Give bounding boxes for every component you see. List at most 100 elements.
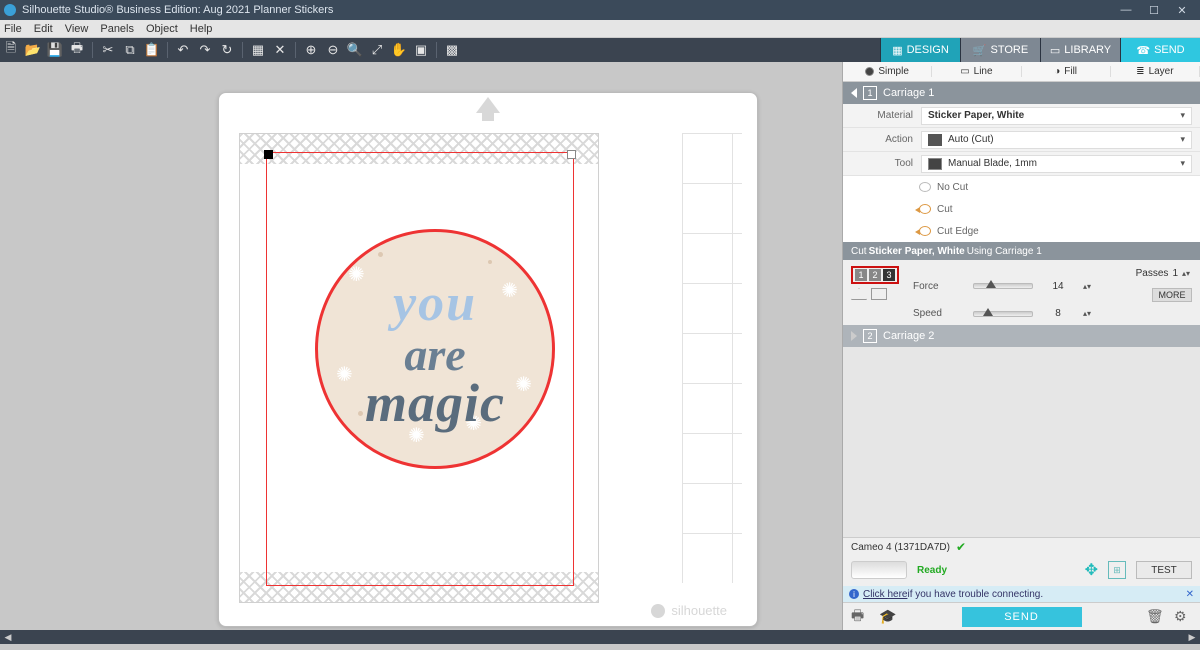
copy-icon[interactable]: ⧉ — [120, 40, 140, 60]
depth-2[interactable]: 2 — [869, 269, 881, 281]
menu-panels[interactable]: Panels — [100, 23, 134, 35]
tab-library[interactable]: ▭LIBRARY — [1040, 38, 1120, 62]
passes-control: Passes 1 ▴▾ — [1136, 268, 1192, 279]
app-logo-icon — [4, 4, 16, 16]
dismiss-help-icon[interactable]: ✕ — [1186, 589, 1194, 600]
device-status: Ready — [917, 565, 1075, 576]
position-arrows-icon[interactable]: ✥ — [1085, 560, 1098, 580]
selection-handle[interactable] — [264, 150, 273, 159]
send-row: 🖶 🎓 SEND 🗑 ⚙ — [843, 602, 1200, 630]
menu-help[interactable]: Help — [190, 23, 213, 35]
send-subtabs: Simple ▭Line ◑Fill ≣Layer — [843, 62, 1200, 82]
cut-params: 1 2 3 Passes 1 ▴▾ MORE Force 14 ▴▾ Spe — [843, 260, 1200, 325]
zoom-out-icon[interactable]: ⊖ — [323, 40, 343, 60]
help-link[interactable]: Click here — [863, 589, 907, 600]
speed-slider[interactable] — [973, 311, 1033, 317]
speed-value: 8 — [1043, 308, 1073, 319]
carriage-1-header[interactable]: 1 Carriage 1 — [843, 82, 1200, 104]
depth-1[interactable]: 1 — [855, 269, 867, 281]
send-button[interactable]: SEND — [962, 607, 1082, 627]
tool-dropdown[interactable]: Manual Blade, 1mm ▾ — [921, 155, 1192, 173]
trash-icon[interactable]: 🗑 — [1146, 608, 1164, 625]
pan-icon[interactable]: ✋ — [389, 40, 409, 60]
opt-cut[interactable]: Cut — [919, 198, 1200, 220]
minimize-button[interactable]: — — [1112, 4, 1140, 16]
blade-depth-selector[interactable]: 1 2 3 — [851, 266, 899, 284]
menu-edit[interactable]: Edit — [34, 23, 53, 35]
undo-icon[interactable]: ↶ — [173, 40, 193, 60]
zoom-select-icon[interactable]: 🔍 — [345, 40, 365, 60]
canvas-area[interactable]: ✺ ✺ ✺ ✺ ✺ ✺ you are magic silhouette — [0, 62, 842, 630]
speed-stepper[interactable]: ▴▾ — [1083, 309, 1093, 318]
scroll-right-icon[interactable]: ▶ — [1184, 630, 1200, 644]
zoom-drag-icon[interactable]: ⤢ — [367, 40, 387, 60]
toolbar: 🗎 📂 💾 🖶 ✂ ⧉ 📋 ↶ ↷ ↻ ▦ ✕ ⊕ ⊖ 🔍 ⤢ ✋ ▣ ▩ — [0, 38, 463, 62]
subtab-layer[interactable]: ≣Layer — [1111, 66, 1200, 77]
opt-nocut[interactable]: No Cut — [919, 176, 1200, 198]
page[interactable]: ✺ ✺ ✺ ✺ ✺ ✺ you are magic — [239, 133, 599, 603]
close-button[interactable]: ✕ — [1168, 4, 1196, 17]
depth-3[interactable]: 3 — [883, 269, 895, 281]
zoom-in-icon[interactable]: ⊕ — [301, 40, 321, 60]
position-pad-icon[interactable]: ⊞ — [1108, 561, 1126, 579]
tab-send[interactable]: ☎SEND — [1120, 38, 1200, 62]
carriage-2-header[interactable]: 2 Carriage 2 — [843, 325, 1200, 347]
fit-icon[interactable]: ▣ — [411, 40, 431, 60]
graduation-icon[interactable]: 🎓 — [879, 608, 897, 625]
open-icon[interactable]: 📂 — [23, 40, 43, 60]
paste-icon[interactable]: 📋 — [142, 40, 162, 60]
settings-gear-icon[interactable]: ⚙ — [1174, 608, 1192, 625]
printer-icon[interactable]: 🖶 — [851, 605, 869, 629]
scroll-left-icon[interactable]: ◀ — [0, 630, 16, 644]
silhouette-logo-icon — [651, 604, 665, 618]
mat-grid — [682, 133, 742, 583]
tool-row: Tool Manual Blade, 1mm ▾ — [843, 152, 1200, 176]
selection-handle-tr[interactable] — [567, 150, 576, 159]
chevron-down-icon: ▾ — [1180, 158, 1185, 169]
shape-preview-icon — [871, 288, 887, 300]
menu-object[interactable]: Object — [146, 23, 178, 35]
check-icon: ✔ — [956, 540, 966, 554]
opt-cutedge[interactable]: Cut Edge — [919, 220, 1200, 242]
device-row: Cameo 4 (1371DA7D) ✔ — [843, 537, 1200, 556]
menubar: File Edit View Panels Object Help — [0, 20, 1200, 38]
fill-icon: ◑ — [1054, 66, 1060, 77]
select-icon[interactable]: ▦ — [248, 40, 268, 60]
new-icon[interactable]: 🗎 — [1, 40, 21, 60]
cut-icon[interactable]: ✂ — [98, 40, 118, 60]
print-icon[interactable]: 🖶 — [67, 40, 87, 60]
material-dropdown[interactable]: Sticker Paper, White ▾ — [921, 107, 1192, 125]
save-icon[interactable]: 💾 — [45, 40, 65, 60]
carriage-number: 2 — [863, 329, 877, 343]
autocut-icon — [928, 134, 942, 146]
watermark: silhouette — [651, 603, 727, 618]
passes-value: 1 — [1172, 268, 1178, 279]
horizontal-scrollbar[interactable]: ◀ ▶ — [0, 630, 1200, 644]
menu-view[interactable]: View — [65, 23, 89, 35]
grid-icon[interactable]: ▩ — [442, 40, 462, 60]
refresh-icon[interactable]: ↻ — [217, 40, 237, 60]
menu-file[interactable]: File — [4, 23, 22, 35]
action-dropdown[interactable]: Auto (Cut) ▾ — [921, 131, 1192, 149]
tab-store[interactable]: 🛒STORE — [960, 38, 1040, 62]
subtab-fill[interactable]: ◑Fill — [1022, 66, 1111, 77]
top-tabs: ▦DESIGN 🛒STORE ▭LIBRARY ☎SEND — [880, 38, 1200, 62]
maximize-button[interactable]: ☐ — [1140, 4, 1168, 17]
subtab-line[interactable]: ▭Line — [932, 66, 1021, 77]
chevron-down-icon: ▾ — [1180, 134, 1185, 145]
passes-stepper[interactable]: ▴▾ — [1182, 269, 1192, 278]
send-icon: ☎ — [1136, 44, 1150, 57]
force-stepper[interactable]: ▴▾ — [1083, 282, 1093, 291]
test-button[interactable]: TEST — [1136, 561, 1192, 579]
force-slider[interactable] — [973, 283, 1033, 289]
more-button[interactable]: MORE — [1152, 288, 1192, 302]
subtab-simple[interactable]: Simple — [843, 66, 932, 77]
device-name: Cameo 4 (1371DA7D) — [851, 542, 950, 553]
delete-icon[interactable]: ✕ — [270, 40, 290, 60]
sticker-circle[interactable]: ✺ ✺ ✺ ✺ ✺ ✺ you are magic — [315, 229, 555, 469]
feed-arrow-icon — [476, 97, 500, 113]
tab-design[interactable]: ▦DESIGN — [880, 38, 960, 62]
cut-banner: Cut Sticker Paper, White Using Carriage … — [843, 242, 1200, 260]
redo-icon[interactable]: ↷ — [195, 40, 215, 60]
cart-icon: 🛒 — [973, 44, 987, 57]
